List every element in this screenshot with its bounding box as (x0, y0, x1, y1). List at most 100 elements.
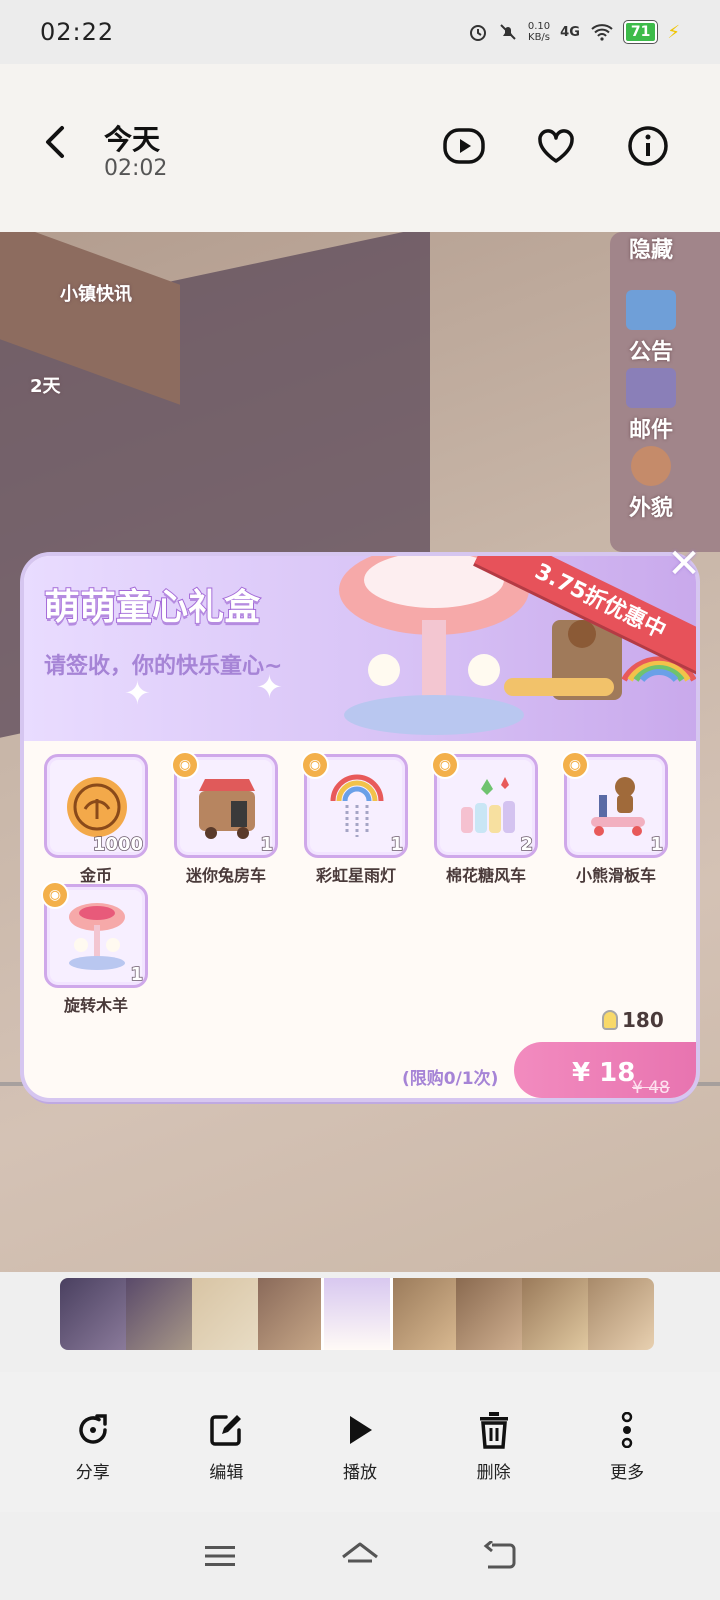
thumbnail[interactable] (258, 1278, 324, 1350)
price-original: ¥ 48 (632, 1078, 670, 1098)
menu-icon (205, 1546, 235, 1566)
home-icon (342, 1542, 378, 1563)
reward-item[interactable]: ◉ 1 彩虹星雨灯 (301, 751, 408, 886)
megaphone-icon (626, 290, 676, 330)
carousel-sheep-icon (69, 903, 125, 970)
side-item-notice: 公告 (616, 290, 686, 366)
delete-button[interactable]: 删除 (444, 1410, 544, 1512)
system-nav-bar (0, 1512, 720, 1600)
bear-scooter-icon (591, 777, 645, 836)
play-icon-wrap (310, 1410, 410, 1450)
item-frame: ◉ 1 (561, 751, 668, 858)
back-button[interactable] (40, 124, 76, 164)
side-item-appearance: 外貌 (616, 446, 686, 522)
reward-item[interactable]: ◉ 1 旋转木羊 (41, 881, 148, 1016)
thumbnail[interactable] (522, 1278, 588, 1350)
rainbow-lamp-icon (330, 774, 384, 837)
item-quantity: 1 (390, 833, 404, 856)
more-vertical-icon (621, 1412, 633, 1448)
heart-icon (538, 129, 574, 163)
item-quantity: 1 (650, 833, 664, 856)
motion-photo-button[interactable] (440, 122, 488, 170)
sparkle-icon: ✦ (124, 674, 151, 712)
game-side-menu: 隐藏 公告 邮件 外貌 (610, 232, 720, 552)
delete-icon-wrap (444, 1410, 544, 1450)
charging-icon: ⚡ (667, 21, 680, 43)
bottom-toolbar: 分享 编辑 播放 删除 更多 (0, 1372, 720, 1512)
play-button[interactable]: 播放 (310, 1410, 410, 1512)
side-item-notice-label: 公告 (628, 340, 673, 365)
status-icons: 0.10 KB/s 4G 71 ⚡ (468, 21, 680, 43)
more-icon-wrap (577, 1410, 677, 1450)
gift-box-popup: 萌萌童心礼盒 请签收，你的快乐童心~ ✦ ✦ 3.75折优惠中 1000 金币 … (24, 556, 696, 1098)
item-frame: ◉ 1 (171, 751, 278, 858)
item-quantity: 2 (520, 833, 534, 856)
item-frame: 1000 (44, 754, 148, 858)
mute-bell-icon (500, 24, 516, 40)
rabbit-caravan-icon (199, 779, 255, 839)
home-button[interactable] (336, 1532, 384, 1580)
side-item-mail-label: 邮件 (628, 418, 673, 443)
days-label: 2天 (30, 376, 61, 397)
sparkle-icon: ✦ (256, 668, 283, 706)
thumbnail[interactable] (588, 1278, 654, 1350)
side-item-hide-label: 隐藏 (628, 238, 673, 263)
item-quantity: 1 (260, 833, 274, 856)
fence-illustration (0, 1082, 720, 1192)
alarm-icon (469, 25, 486, 41)
back-arrow-icon (483, 1541, 516, 1569)
play-icon (349, 1416, 372, 1444)
popup-close-button[interactable]: ✕ (664, 544, 704, 584)
popup-title: 萌萌童心礼盒 (43, 586, 261, 629)
side-item-mail: 邮件 (616, 368, 686, 444)
status-bar: 02:22 0.10 KB/s 4G 71 ⚡ (0, 0, 720, 64)
item-name: 彩虹星雨灯 (315, 866, 396, 885)
page-title: 今天 (104, 123, 161, 156)
edit-icon-wrap (176, 1410, 276, 1450)
share-icon (79, 1414, 107, 1444)
side-item-appearance-label: 外貌 (628, 496, 673, 521)
recent-apps-button[interactable] (196, 1532, 244, 1580)
signal-label: 4G (560, 24, 580, 40)
item-quantity: 1000 (92, 833, 144, 856)
price-current[interactable]: ¥ 18 (572, 1058, 635, 1088)
edit-button[interactable]: 编辑 (176, 1410, 276, 1512)
thumbnail[interactable] (126, 1278, 192, 1350)
share-label: 分享 (75, 1463, 110, 1483)
share-button[interactable]: 分享 (43, 1410, 143, 1512)
thumbnail[interactable] (456, 1278, 522, 1350)
battery-level: 71 (623, 21, 658, 43)
reward-item[interactable]: ◉ 1 小熊滑板车 (561, 751, 668, 886)
net-speed-unit: KB/s (528, 32, 551, 43)
share-icon-wrap (43, 1410, 143, 1450)
item-name: 旋转木羊 (63, 996, 128, 1015)
system-back-button[interactable] (476, 1532, 524, 1580)
purchase-limit: (限购0/1次) (402, 1069, 499, 1089)
item-frame: ◉ 1 (301, 751, 408, 858)
avatar-icon (631, 446, 671, 486)
mail-icon (626, 368, 676, 408)
more-button[interactable]: 更多 (577, 1410, 677, 1512)
popup-subtitle: 请签收，你的快乐童心~ (44, 654, 283, 679)
play-circle-icon (443, 128, 485, 164)
favorite-button[interactable] (532, 122, 580, 170)
more-label: 更多 (610, 1463, 645, 1483)
item-frame: ◉ 2 (431, 751, 538, 858)
points-reward: 180 (602, 1008, 664, 1032)
reward-item[interactable]: ◉ 2 棉花糖风车 (431, 751, 538, 886)
lightbulb-icon (602, 1010, 618, 1030)
pinwheel-icon (461, 777, 515, 833)
item-frame: ◉ 1 (41, 881, 148, 988)
thumbnail-current[interactable] (321, 1278, 393, 1350)
chevron-left-icon (46, 126, 64, 158)
item-name: 迷你兔房车 (185, 866, 266, 885)
page-subtitle-time: 02:02 (104, 156, 168, 181)
reward-item[interactable]: 1000 金币 (44, 754, 148, 886)
item-name: 棉花糖风车 (445, 866, 526, 885)
reward-item[interactable]: ◉ 1 迷你兔房车 (171, 751, 278, 886)
thumbnail[interactable] (192, 1278, 258, 1350)
thumbnail[interactable] (390, 1278, 456, 1350)
thumbnail[interactable] (60, 1278, 126, 1350)
edit-icon (210, 1415, 242, 1446)
info-button[interactable] (624, 122, 672, 170)
